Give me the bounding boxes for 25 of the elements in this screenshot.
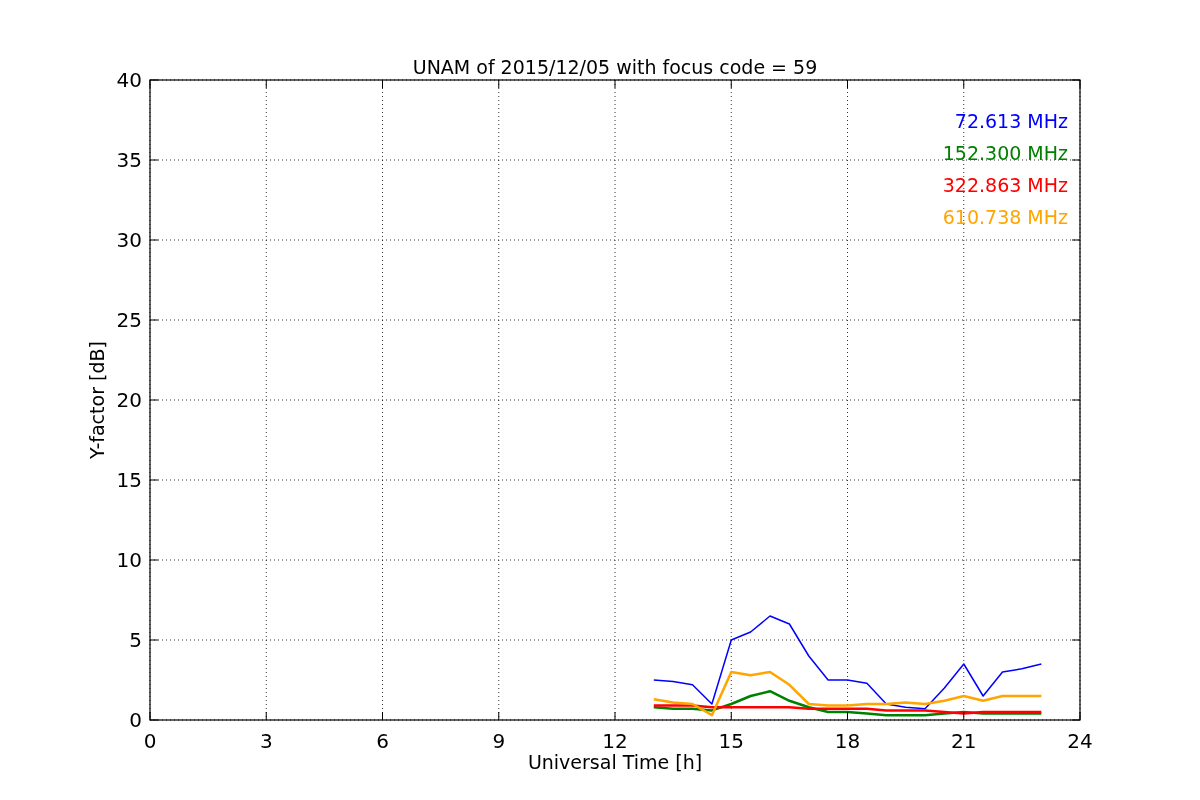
- y-tick-label: 35: [116, 148, 142, 172]
- legend-label: 322.863 MHz: [942, 174, 1068, 196]
- x-tick-label: 24: [1067, 729, 1093, 753]
- y-tick-label: 5: [129, 628, 142, 652]
- y-tick-label: 20: [116, 388, 142, 412]
- y-tick-label: 10: [116, 548, 142, 572]
- x-tick-label: 18: [834, 729, 861, 753]
- legend-label: 152.300 MHz: [942, 142, 1068, 164]
- x-tick-label: 21: [951, 729, 977, 753]
- y-tick-label: 15: [116, 468, 142, 492]
- y-tick-label: 30: [116, 228, 142, 252]
- y-tick-label: 25: [116, 308, 142, 332]
- chart-title: UNAM of 2015/12/05 with focus code = 59: [412, 56, 818, 78]
- x-tick-label: 6: [376, 729, 389, 753]
- x-tick-label: 15: [718, 729, 744, 753]
- y-tick-label: 40: [116, 68, 142, 92]
- x-tick-label: 9: [492, 729, 506, 753]
- x-tick-label: 12: [602, 729, 628, 753]
- x-axis-label: Universal Time [h]: [527, 751, 703, 773]
- x-tick-label: 3: [259, 729, 273, 753]
- legend-label: 610.738 MHz: [942, 206, 1068, 228]
- x-tick-label: 0: [143, 729, 157, 753]
- y-tick-label: 0: [129, 708, 142, 732]
- legend-label: 72.613 MHz: [954, 110, 1068, 132]
- y-axis-label: Y-factor [dB]: [86, 341, 108, 459]
